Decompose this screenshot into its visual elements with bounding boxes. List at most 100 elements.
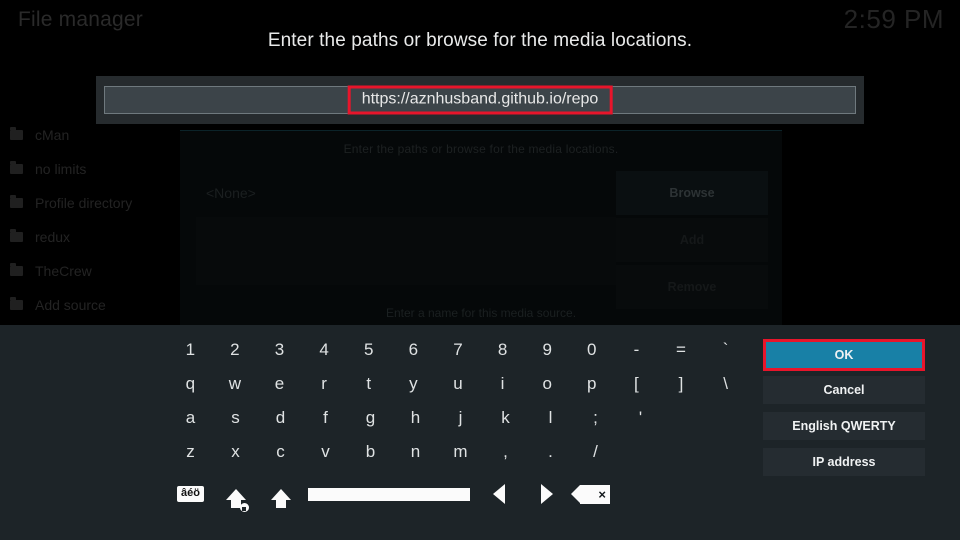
- list-item-label: Add source: [35, 297, 106, 313]
- shift-arrow-icon: [270, 488, 291, 508]
- path-row-empty: [196, 217, 616, 285]
- key-equals[interactable]: =: [659, 333, 704, 367]
- backspace-key[interactable]: ×: [571, 479, 619, 509]
- key-k[interactable]: k: [483, 401, 528, 435]
- key-apostrophe[interactable]: ': [618, 401, 663, 435]
- key-3[interactable]: 3: [257, 333, 302, 367]
- key-7[interactable]: 7: [436, 333, 481, 367]
- key-6[interactable]: 6: [391, 333, 436, 367]
- list-item[interactable]: Add source: [0, 288, 190, 322]
- key-4[interactable]: 4: [302, 333, 347, 367]
- shift-key[interactable]: [258, 479, 303, 509]
- caps-lock-icon: [225, 488, 250, 513]
- key-r[interactable]: r: [302, 367, 347, 401]
- browse-button[interactable]: Browse: [616, 171, 768, 215]
- key-c[interactable]: c: [258, 435, 303, 469]
- folder-icon: [10, 161, 23, 174]
- list-item-label: cMan: [35, 127, 70, 143]
- file-list: cMan no limits Profile directory redux T…: [0, 118, 190, 322]
- key-v[interactable]: v: [303, 435, 348, 469]
- key-2[interactable]: 2: [213, 333, 258, 367]
- key-bracket-right[interactable]: ]: [659, 367, 704, 401]
- list-item[interactable]: redux: [0, 220, 190, 254]
- symbols-key[interactable]: âéö: [168, 479, 213, 509]
- key-i[interactable]: i: [480, 367, 525, 401]
- key-f[interactable]: f: [303, 401, 348, 435]
- cursor-right-key[interactable]: [523, 479, 571, 509]
- key-j[interactable]: j: [438, 401, 483, 435]
- keyboard-row-1: 1 2 3 4 5 6 7 8 9 0 - = `: [168, 333, 748, 367]
- key-period[interactable]: .: [528, 435, 573, 469]
- key-backtick[interactable]: `: [703, 333, 748, 367]
- cancel-button[interactable]: Cancel: [763, 376, 925, 404]
- key-e[interactable]: e: [257, 367, 302, 401]
- cursor-left-key[interactable]: [475, 479, 523, 509]
- add-source-dialog: Enter the paths or browse for the media …: [180, 130, 782, 328]
- key-y[interactable]: y: [391, 367, 436, 401]
- keyboard-actions: OK Cancel English QWERTY IP address: [763, 339, 925, 484]
- spacebar-icon: [308, 487, 470, 501]
- backspace-icon: ×: [571, 484, 610, 504]
- key-slash[interactable]: /: [573, 435, 618, 469]
- ip-address-button[interactable]: IP address: [763, 448, 925, 476]
- lock-icon: [238, 501, 250, 513]
- key-b[interactable]: b: [348, 435, 393, 469]
- key-bracket-left[interactable]: [: [614, 367, 659, 401]
- key-d[interactable]: d: [258, 401, 303, 435]
- prompt-text: Enter the paths or browse for the media …: [267, 30, 693, 51]
- text-entry-bar: https://aznhusband.github.io/repo: [96, 76, 864, 124]
- key-l[interactable]: l: [528, 401, 573, 435]
- key-s[interactable]: s: [213, 401, 258, 435]
- layout-button[interactable]: English QWERTY: [763, 412, 925, 440]
- key-5[interactable]: 5: [346, 333, 391, 367]
- on-screen-keyboard: 1 2 3 4 5 6 7 8 9 0 - = ` q w e r t y u …: [0, 325, 960, 540]
- key-h[interactable]: h: [393, 401, 438, 435]
- list-item-label: Profile directory: [35, 195, 133, 211]
- key-n[interactable]: n: [393, 435, 438, 469]
- space-key[interactable]: [303, 479, 475, 509]
- path-row[interactable]: <None>: [196, 171, 616, 215]
- kodi-screen: File manager 2:59 PM cMan no limits Prof…: [0, 0, 960, 540]
- keyboard-function-row: âéö ×: [168, 474, 748, 514]
- page-title: File manager: [18, 8, 143, 31]
- folder-icon: [10, 263, 23, 276]
- dialog-heading: Enter the paths or browse for the media …: [343, 142, 619, 156]
- key-q[interactable]: q: [168, 367, 213, 401]
- keyboard-row-2: q w e r t y u i o p [ ] \: [168, 367, 748, 401]
- key-t[interactable]: t: [346, 367, 391, 401]
- list-item[interactable]: Profile directory: [0, 186, 190, 220]
- key-minus[interactable]: -: [614, 333, 659, 367]
- key-backslash[interactable]: \: [703, 367, 748, 401]
- key-1[interactable]: 1: [168, 333, 213, 367]
- key-comma[interactable]: ,: [483, 435, 528, 469]
- key-9[interactable]: 9: [525, 333, 570, 367]
- ok-button[interactable]: OK: [763, 339, 925, 371]
- keyboard-row-3: a s d f g h j k l ; ': [168, 401, 748, 435]
- key-x[interactable]: x: [213, 435, 258, 469]
- key-g[interactable]: g: [348, 401, 393, 435]
- keyboard-row-4: z x c v b n m , . /: [168, 435, 748, 469]
- key-semicolon[interactable]: ;: [573, 401, 618, 435]
- key-8[interactable]: 8: [480, 333, 525, 367]
- caps-lock-key[interactable]: [213, 479, 258, 513]
- key-w[interactable]: w: [213, 367, 258, 401]
- key-m[interactable]: m: [438, 435, 483, 469]
- key-z[interactable]: z: [168, 435, 213, 469]
- remove-button[interactable]: Remove: [616, 265, 768, 309]
- url-input[interactable]: https://aznhusband.github.io/repo: [104, 85, 856, 115]
- folder-icon: [10, 195, 23, 208]
- dialog-buttons: Browse Add Remove: [616, 171, 768, 312]
- path-list: <None>: [196, 171, 616, 285]
- add-button[interactable]: Add: [616, 218, 768, 262]
- keyboard-keys: 1 2 3 4 5 6 7 8 9 0 - = ` q w e r t y u …: [168, 333, 748, 514]
- arrow-right-icon: [541, 484, 553, 504]
- list-item[interactable]: no limits: [0, 152, 190, 186]
- list-item-label: redux: [35, 229, 71, 245]
- key-u[interactable]: u: [436, 367, 481, 401]
- key-o[interactable]: o: [525, 367, 570, 401]
- dialog-footer: Enter a name for this media source.: [385, 306, 577, 320]
- key-p[interactable]: p: [569, 367, 614, 401]
- key-0[interactable]: 0: [569, 333, 614, 367]
- list-item[interactable]: TheCrew: [0, 254, 190, 288]
- key-a[interactable]: a: [168, 401, 213, 435]
